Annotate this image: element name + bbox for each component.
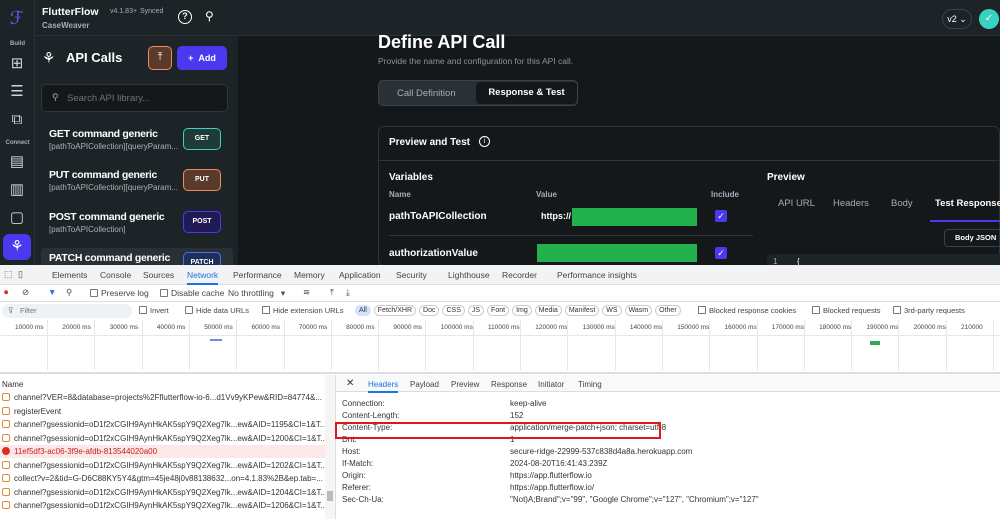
request-type-icon: [2, 487, 10, 496]
request-name: channel?VER=8&database=projects%2Fflutte…: [14, 393, 322, 402]
header-key: Content-Length:: [342, 411, 400, 420]
header-value: secure-ridge-22999-537c838d4a8a.herokuap…: [510, 447, 693, 456]
request-name: channel?gsessionid=oD1f2xCGIH9AynHkAK5sp…: [14, 420, 325, 429]
request-row[interactable]: channel?gsessionid=oD1f2xCGIH9AynHkAK5sp…: [0, 499, 325, 512]
highlight-box: [335, 422, 661, 439]
request-type-icon: [2, 474, 10, 482]
scrollbar[interactable]: [325, 375, 335, 519]
gridline: [803, 320, 805, 370]
header-key: Connection:: [342, 399, 385, 408]
request-name: 11ef5df3-ac06-3f9e-afdb-813544020a00: [14, 447, 158, 456]
tab-response[interactable]: Response: [491, 380, 527, 389]
header-key: If-Match:: [342, 459, 374, 468]
request-type-icon: [2, 393, 10, 401]
timeline-tick: 90000 ms: [393, 324, 422, 331]
name-column-header[interactable]: Name: [2, 380, 23, 389]
timeline-tick: 60000 ms: [251, 324, 281, 331]
header-key: Sec-Ch-Ua:: [342, 495, 384, 504]
gridline: [236, 320, 238, 370]
timeline-tick: 150000 ms: [677, 324, 710, 331]
request-bar: [210, 339, 222, 341]
gridline: [188, 320, 190, 370]
gridline: [94, 320, 96, 370]
header-value: 152: [510, 411, 524, 420]
timeline-tick: 160000 ms: [724, 324, 757, 331]
request-type-icon: [2, 501, 10, 509]
timeline-tick: 80000 ms: [346, 324, 375, 331]
request-name: registerEvent: [14, 406, 62, 416]
request-row[interactable]: channel?gsessionid=oD1f2xCGIH9AynHkAK5sp…: [0, 432, 325, 445]
timeline-tick: 40000 ms: [156, 324, 186, 331]
request-row[interactable]: collect?v=2&tid=G-D6C88KY5Y4&gtm=45je48j…: [0, 472, 325, 485]
request-name: channel?gsessionid=oD1f2xCGIH9AynHkAK5sp…: [14, 433, 325, 443]
timeline-tick: 190000 ms: [866, 324, 899, 331]
timeline-tick: 50000 ms: [204, 324, 233, 331]
header-value: "Not)A;Brand";v="99", "Google Chrome";v=…: [510, 495, 759, 504]
request-list: Name channel?VER=8&database=projects%2Ff…: [0, 375, 335, 519]
request-row[interactable]: channel?gsessionid=oD1f2xCGIH9AynHkAK5sp…: [0, 418, 325, 431]
header-value: 2024-08-20T16:41:43.239Z: [510, 459, 608, 468]
gridline: [756, 320, 758, 370]
tab-preview[interactable]: Preview: [451, 380, 479, 389]
timeline-tick: 120000 ms: [535, 324, 568, 331]
tab-payload[interactable]: Payload: [410, 380, 439, 389]
gridline: [472, 320, 474, 370]
header-key: Referer:: [342, 483, 371, 492]
request-name: collect?v=2&tid=G-D6C88KY5Y4&gtm=45je48j…: [14, 474, 323, 483]
request-row[interactable]: 11ef5df3-ac06-3f9e-afdb-813544020a00: [0, 445, 325, 458]
gridline: [661, 320, 663, 370]
header-key: Origin:: [342, 471, 366, 480]
header-value: keep-alive: [510, 399, 547, 408]
timeline-tick: 10000 ms: [15, 324, 44, 331]
gridline: [47, 320, 48, 370]
timeline-tick: 210000: [961, 324, 983, 331]
header-key: Host:: [342, 447, 361, 456]
network-overview[interactable]: 10000 ms 20000 ms 30000 ms 40000 ms 50000 ms…: [0, 0, 1000, 375]
tab-timing[interactable]: Timing: [578, 380, 602, 389]
gridline: [945, 320, 947, 370]
timeline-tick: 20000 ms: [62, 324, 91, 331]
request-row[interactable]: channel?gsessionid=oD1f2xCGIH9AynHkAK5sp…: [0, 459, 325, 472]
timeline-tick: 140000 ms: [629, 324, 663, 331]
request-name: channel?gsessionid=oD1f2xCGIH9AynHkAK5sp…: [14, 487, 325, 497]
request-type-icon: [2, 460, 10, 469]
gridline: [141, 320, 143, 370]
close-icon[interactable]: ✕: [346, 378, 354, 389]
gridline: [851, 320, 853, 370]
timeline-tick: 100000 ms: [440, 324, 473, 331]
timeline-tick: 130000 ms: [582, 324, 615, 331]
request-row[interactable]: registerEvent: [0, 405, 325, 418]
gridline: [567, 320, 569, 370]
request-row[interactable]: channel?VER=8&database=projects%2Fflutte…: [0, 391, 325, 404]
gridline: [709, 320, 711, 370]
request-type-icon: [2, 406, 10, 415]
gridline: [520, 320, 521, 370]
request-name: channel?gsessionid=oD1f2xCGIH9AynHkAK5sp…: [14, 501, 325, 510]
request-type-icon: [2, 433, 10, 442]
request-bar: [870, 341, 880, 345]
request-name: channel?gsessionid=oD1f2xCGIH9AynHkAK5sp…: [14, 460, 325, 470]
timeline-tick: 200000 ms: [913, 324, 946, 331]
error-icon: [2, 447, 10, 455]
tab-initiator[interactable]: Initiator: [538, 380, 564, 389]
header-value: https://app.flutterflow.io: [510, 471, 592, 480]
request-row[interactable]: channel?gsessionid=oD1f2xCGIH9AynHkAK5sp…: [0, 486, 325, 499]
tab-headers[interactable]: Headers: [368, 380, 399, 393]
timeline-tick: 30000 ms: [109, 324, 139, 331]
timeline-tick: 170000 ms: [771, 324, 804, 331]
request-type-icon: [2, 420, 10, 428]
gridline: [425, 320, 427, 370]
header-value: https://app.flutterflow.io/: [510, 483, 595, 492]
gridline: [614, 320, 616, 370]
timeline-tick: 110000 ms: [488, 324, 520, 331]
gridline: [330, 320, 332, 370]
gridline: [378, 320, 380, 370]
gridline: [283, 320, 285, 370]
gridline: [898, 320, 900, 370]
gridline: [993, 320, 994, 370]
timeline-tick: 70000 ms: [298, 324, 328, 331]
timeline-tick: 180000 ms: [819, 324, 852, 331]
